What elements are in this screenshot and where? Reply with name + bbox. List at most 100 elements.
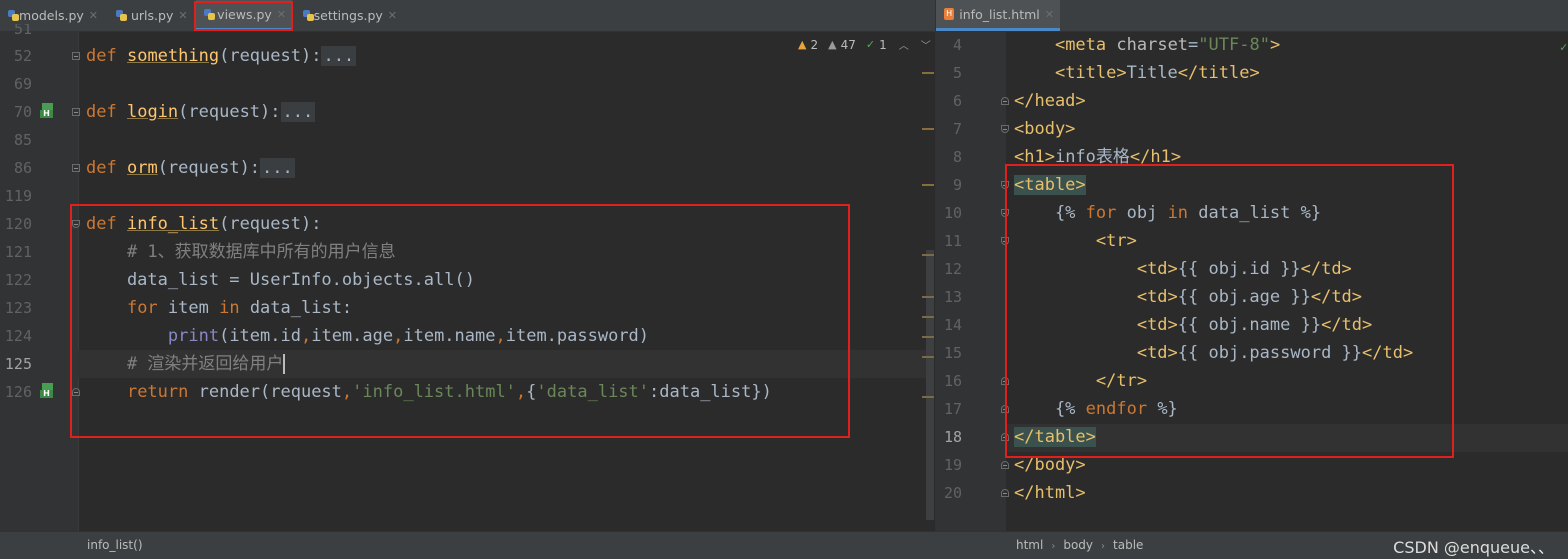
line-number: 123	[4, 299, 32, 317]
line-number: 122	[4, 271, 32, 289]
line-number: 70	[13, 103, 32, 121]
scroll-marker[interactable]	[922, 336, 934, 338]
chevron-down-icon[interactable]: ﹀	[921, 37, 931, 52]
line-number: 16	[943, 372, 962, 390]
line-number: 9	[952, 176, 962, 194]
folded-code-placeholder[interactable]: ...	[280, 102, 316, 122]
inspection-widget[interactable]: ▲ 2 ▲ 47 ✓ 1 ︿ ﹀	[798, 37, 931, 53]
warning-icon: ▲	[798, 38, 807, 51]
annotation-box-views-tab	[194, 1, 293, 31]
code-line[interactable]: def something(request):...	[86, 42, 357, 70]
no-problems-icon[interactable]: ✓	[1560, 40, 1568, 54]
fold-expand-icon[interactable]	[72, 164, 80, 172]
code-line[interactable]: def login(request):...	[86, 98, 316, 126]
python-file-icon	[116, 10, 127, 21]
tab-label: info_list.html	[959, 6, 1040, 22]
line-number: 15	[943, 344, 962, 362]
breadcrumb-item[interactable]: body	[1063, 538, 1093, 552]
typo-check-icon: ✓	[865, 38, 876, 51]
fold-end-icon[interactable]	[1001, 461, 1009, 469]
line-number: 126	[4, 383, 32, 401]
line-number-current: 18	[943, 428, 962, 446]
line-number: 11	[943, 232, 962, 250]
code-line[interactable]: </head>	[1014, 87, 1086, 115]
vertical-scrollbar[interactable]	[926, 250, 934, 520]
fold-expand-icon[interactable]	[72, 52, 80, 60]
line-number: 19	[943, 456, 962, 474]
fold-collapse-icon[interactable]	[1001, 125, 1009, 133]
annotation-box-html-table	[1005, 164, 1454, 458]
line-number: 124	[4, 327, 32, 345]
breadcrumb-right: html › body › table	[1016, 538, 1143, 552]
django-view-icon[interactable]: H	[40, 383, 53, 398]
code-line[interactable]: <body>	[1014, 115, 1075, 143]
code-line[interactable]: <meta charset="UTF-8">	[1014, 31, 1280, 59]
tab-urls-py[interactable]: urls.py ✕	[108, 0, 194, 31]
close-icon[interactable]: ✕	[1045, 8, 1054, 21]
line-number: 14	[943, 316, 962, 334]
line-number: 69	[13, 75, 32, 93]
fold-end-icon[interactable]	[1001, 97, 1009, 105]
folded-code-placeholder[interactable]: ...	[321, 46, 357, 66]
line-number: 10	[943, 204, 962, 222]
code-line[interactable]: def orm(request):...	[86, 154, 295, 182]
folded-code-placeholder[interactable]: ...	[260, 158, 295, 178]
line-number: 6	[952, 92, 962, 110]
chevron-right-icon: ›	[1051, 541, 1056, 552]
tab-label: settings.py	[313, 8, 383, 23]
annotation-box-info-list-view	[70, 204, 850, 438]
scroll-marker[interactable]	[922, 316, 934, 318]
line-number-current: 125	[4, 355, 32, 373]
line-number: 20	[943, 484, 962, 502]
line-number: 120	[4, 215, 32, 233]
scroll-marker[interactable]	[922, 72, 934, 74]
weak-warning-icon: ▲	[828, 38, 837, 51]
weak-warning-count: 47	[840, 37, 856, 52]
line-number: 119	[4, 187, 32, 205]
line-number: 86	[13, 159, 32, 177]
watermark: CSDN @enqueue、、	[1393, 538, 1554, 557]
code-line[interactable]: </html>	[1014, 479, 1086, 507]
fold-expand-icon[interactable]	[72, 108, 80, 116]
tab-label: models.py	[19, 8, 84, 23]
breadcrumb-item[interactable]: table	[1113, 538, 1143, 552]
scroll-marker[interactable]	[922, 356, 934, 358]
line-number: 4	[952, 36, 962, 54]
scroll-marker[interactable]	[922, 254, 934, 256]
html-file-icon: H	[944, 8, 955, 20]
line-number: 121	[4, 243, 32, 261]
scroll-marker[interactable]	[922, 184, 934, 186]
scroll-marker[interactable]	[922, 396, 934, 398]
python-file-icon	[303, 10, 314, 21]
left-tab-bar: models.py ✕ urls.py ✕ views.py ✕ setting…	[0, 0, 935, 32]
chevron-up-icon[interactable]: ︿	[899, 37, 909, 52]
partial-line-number: 51	[13, 24, 32, 34]
python-file-icon	[8, 10, 20, 21]
tab-settings-py[interactable]: settings.py ✕	[295, 0, 403, 31]
scroll-marker[interactable]	[922, 128, 934, 130]
warning-count: 2	[810, 37, 819, 52]
line-number: 13	[943, 288, 962, 306]
line-number: 5	[952, 64, 962, 82]
code-line[interactable]: <title>Title</title>	[1014, 59, 1260, 87]
fold-end-icon[interactable]	[1001, 489, 1009, 497]
chevron-right-icon: ›	[1101, 541, 1106, 552]
line-number: 52	[13, 47, 32, 65]
django-view-icon[interactable]: H	[40, 103, 53, 118]
close-icon[interactable]: ✕	[89, 9, 98, 22]
line-number: 7	[952, 120, 962, 138]
typo-count: 1	[879, 37, 887, 52]
breadcrumb-item[interactable]: html	[1016, 538, 1043, 552]
breadcrumb-left[interactable]: info_list()	[87, 538, 143, 552]
scroll-marker[interactable]	[922, 296, 934, 298]
line-number: 8	[952, 148, 962, 166]
tab-info-list-html[interactable]: H info_list.html ✕	[936, 0, 1060, 31]
status-bar: info_list() html › body › table	[0, 531, 1568, 559]
close-icon[interactable]: ✕	[178, 9, 187, 22]
line-number: 12	[943, 260, 962, 278]
line-number: 17	[943, 400, 962, 418]
close-icon[interactable]: ✕	[388, 9, 397, 22]
line-number: 85	[13, 131, 32, 149]
tab-label: urls.py	[131, 8, 174, 23]
right-tab-bar: H info_list.html ✕	[936, 0, 1568, 32]
